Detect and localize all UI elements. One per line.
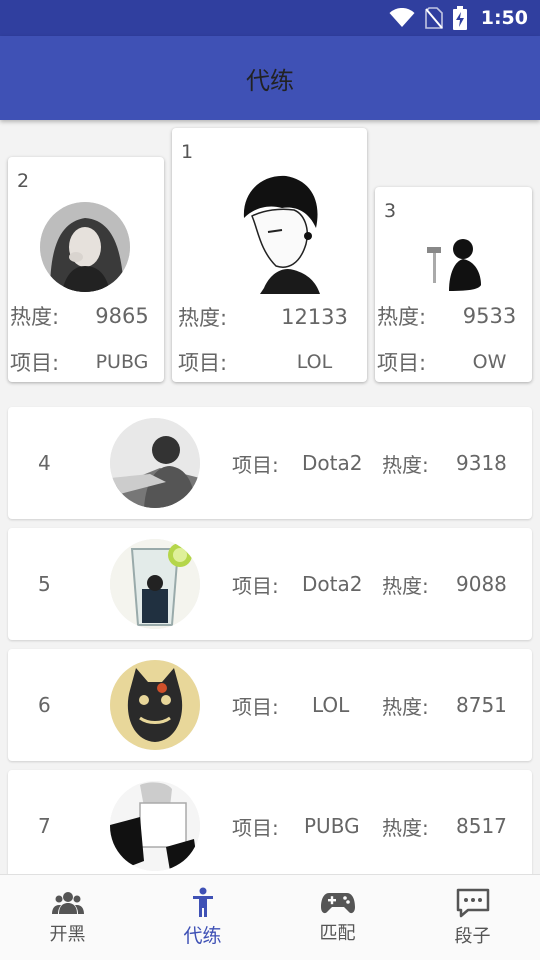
project-label: 项目: bbox=[232, 452, 279, 477]
battery-charging-icon bbox=[452, 6, 467, 30]
heat-value: 9318 bbox=[456, 451, 507, 475]
avatar bbox=[110, 781, 200, 871]
project-value: PUBG bbox=[304, 814, 360, 838]
project-row: 项目: OW bbox=[375, 347, 532, 377]
status-bar: 1:50 bbox=[0, 0, 540, 36]
person-icon bbox=[192, 887, 214, 917]
chat-icon bbox=[456, 888, 490, 918]
project-value: PUBG bbox=[95, 351, 149, 373]
project-label: 项目: bbox=[178, 351, 228, 375]
page-title: 代练 bbox=[246, 66, 294, 95]
heat-label: 热度: bbox=[10, 305, 60, 329]
nav-label: 开黑 bbox=[49, 923, 86, 945]
status-time: 1:50 bbox=[480, 7, 528, 29]
wifi-icon bbox=[389, 8, 415, 28]
bottom-navigation: 开黑 代练 匹配 段子 bbox=[0, 874, 540, 960]
heat-label: 热度: bbox=[382, 694, 429, 719]
heat-label: 热度: bbox=[382, 573, 429, 598]
nav-label: 代练 bbox=[183, 925, 222, 947]
heat-value: 12133 bbox=[281, 305, 348, 329]
app-bar: 代练 bbox=[0, 36, 540, 120]
list-item-rank-5[interactable]: 5 项目: Dota2 热度: 9088 bbox=[8, 528, 532, 640]
podium-card-rank-1[interactable]: 1 热度: 12133 项目: LOL bbox=[172, 128, 367, 382]
heat-label: 热度: bbox=[178, 306, 228, 330]
list-item-rank-6[interactable]: 6 项目: LOL 热度: 8751 bbox=[8, 649, 532, 761]
rank-number: 7 bbox=[38, 814, 51, 838]
project-label: 项目: bbox=[232, 815, 279, 840]
nav-item-dailian[interactable]: 代练 bbox=[135, 875, 270, 960]
nav-item-duanzi[interactable]: 段子 bbox=[405, 875, 540, 960]
no-sim-icon bbox=[424, 7, 443, 29]
gamepad-icon bbox=[320, 891, 355, 915]
avatar-anime-boy bbox=[224, 170, 324, 294]
status-icons: 1:50 bbox=[389, 6, 528, 30]
avatar bbox=[110, 418, 200, 508]
rank-number: 2 bbox=[17, 170, 30, 192]
project-label: 项目: bbox=[232, 694, 279, 719]
project-label: 项目: bbox=[232, 573, 279, 598]
heat-label: 热度: bbox=[382, 452, 429, 477]
rank-number: 3 bbox=[384, 200, 397, 222]
avatar bbox=[110, 660, 200, 750]
nav-item-pipei[interactable]: 匹配 bbox=[270, 875, 405, 960]
podium-card-rank-3[interactable]: 3 热度: 9533 项目: OW bbox=[375, 187, 532, 382]
project-label: 项目: bbox=[10, 351, 60, 375]
group-icon bbox=[51, 890, 84, 916]
heat-row: 热度: 12133 bbox=[172, 302, 367, 332]
avatar-silhouette bbox=[423, 229, 487, 293]
project-row: 项目: LOL bbox=[172, 347, 367, 377]
heat-value: 8517 bbox=[456, 814, 507, 838]
project-value: LOL bbox=[312, 693, 350, 717]
rank-number: 4 bbox=[38, 451, 51, 475]
heat-row: 热度: 9865 bbox=[8, 301, 164, 331]
heat-value: 9865 bbox=[95, 304, 149, 328]
heat-value: 9533 bbox=[462, 304, 517, 328]
heat-value: 8751 bbox=[456, 693, 507, 717]
heat-label: 热度: bbox=[377, 305, 427, 329]
project-value: LOL bbox=[296, 351, 333, 373]
list-item-rank-4[interactable]: 4 项目: Dota2 热度: 9318 bbox=[8, 407, 532, 519]
project-value: OW bbox=[472, 351, 507, 373]
rank-number: 5 bbox=[38, 572, 51, 596]
avatar bbox=[110, 539, 200, 629]
list-item-rank-7[interactable]: 7 项目: PUBG 热度: 8517 bbox=[8, 770, 532, 882]
heat-row: 热度: 9533 bbox=[375, 301, 532, 331]
project-value: Dota2 bbox=[302, 572, 363, 596]
nav-label: 段子 bbox=[454, 925, 491, 947]
project-row: 项目: PUBG bbox=[8, 347, 164, 377]
project-label: 项目: bbox=[377, 351, 427, 375]
nav-label: 匹配 bbox=[319, 922, 356, 944]
rank-number: 6 bbox=[38, 693, 51, 717]
nav-item-kaihei[interactable]: 开黑 bbox=[0, 875, 135, 960]
heat-value: 9088 bbox=[456, 572, 507, 596]
avatar-girl bbox=[40, 202, 130, 292]
heat-label: 热度: bbox=[382, 815, 429, 840]
rank-number: 1 bbox=[181, 141, 194, 163]
podium-card-rank-2[interactable]: 2 热度: 9865 项目: PUBG bbox=[8, 157, 164, 382]
project-value: Dota2 bbox=[302, 451, 363, 475]
